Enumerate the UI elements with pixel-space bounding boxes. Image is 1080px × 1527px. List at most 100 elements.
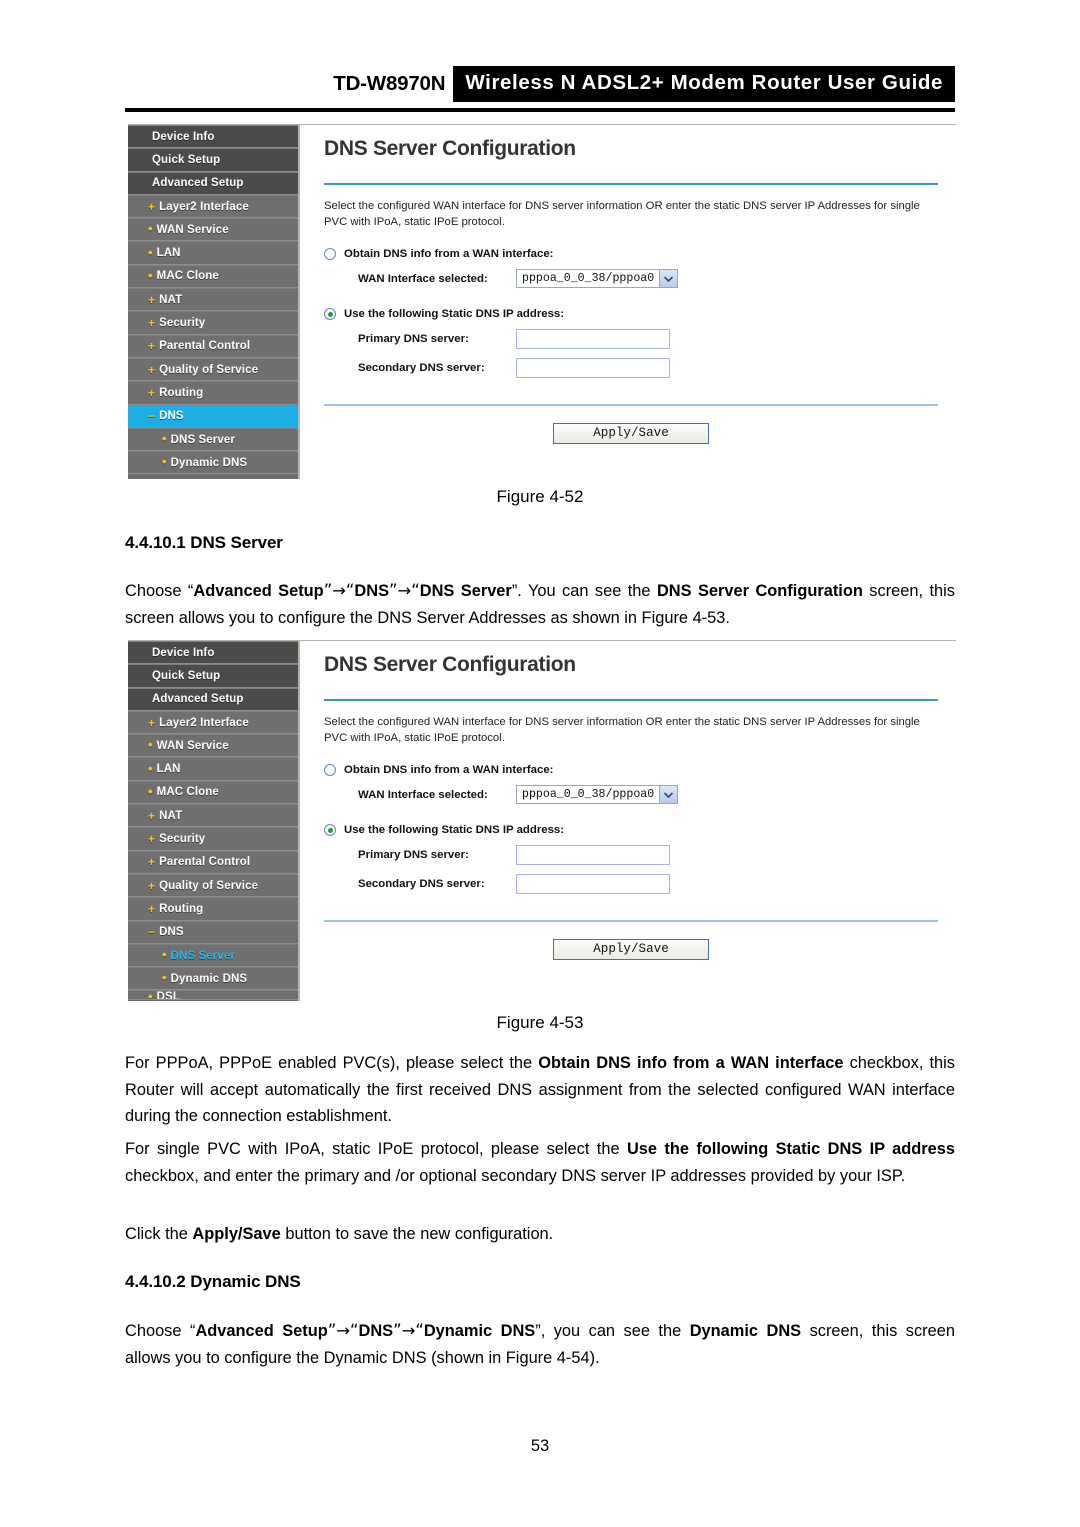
sidebar-item-routing[interactable]: + Routing — [128, 897, 298, 921]
sidebar-item-nat[interactable]: + NAT — [128, 288, 298, 312]
document-page: TD-W8970N Wireless N ADSL2+ Modem Router… — [0, 0, 1080, 1527]
obtain-dns-radio[interactable] — [324, 248, 336, 261]
text-emphasis: DNS Server Configuration — [656, 582, 863, 600]
sidebar-item-label: Dynamic DNS — [170, 972, 248, 985]
sidebar-item-layer2-interface[interactable]: + Layer2 Interface — [128, 710, 298, 735]
router-sidebar-menu[interactable]: Device Info Quick Setup Advanced Setup + Lay… — [128, 641, 300, 1001]
text-emphasis: Obtain DNS info from a WAN interface — [538, 1054, 844, 1072]
sidebar-item-parental-control[interactable]: + Parental Control — [128, 850, 298, 874]
heading-dns-server: 4.4.10.1 DNS Server — [125, 533, 283, 552]
obtain-dns-radio[interactable] — [324, 764, 336, 777]
sidebar-item-advanced-setup[interactable]: Advanced Setup — [128, 687, 298, 711]
sidebar-item-quick-setup[interactable]: Quick Setup — [128, 664, 298, 688]
wan-interface-select[interactable]: pppoa_0_0_38/pppoa0 — [516, 269, 679, 289]
primary-dns-input[interactable] — [516, 845, 670, 866]
page-number: 53 — [530, 1437, 550, 1455]
text-fragment: ”→“ — [323, 581, 355, 600]
sidebar-item-mac-clone[interactable]: • MAC Clone — [128, 780, 298, 805]
apply-save-row: Apply/Save — [324, 939, 938, 961]
sidebar-item-dns[interactable]: − DNS — [128, 920, 298, 944]
obtain-dns-option-row[interactable]: Obtain DNS info from a WAN interface: — [324, 764, 938, 777]
text-fragment: For PPPoA, PPPoE enabled PVC(s), please … — [125, 1054, 539, 1072]
text-fragment: checkbox, and enter the primary and /or … — [125, 1166, 906, 1185]
sidebar-item-dns-server[interactable]: • DNS Server — [128, 427, 298, 452]
sidebar-item-routing[interactable]: + Routing — [128, 381, 298, 405]
panel-footer-rule — [324, 404, 938, 407]
sidebar-item-dns[interactable]: − DNS — [128, 404, 298, 428]
sidebar-item-quality-of-service[interactable]: + Quality of Service — [128, 357, 298, 382]
expand-icon: + — [148, 878, 156, 893]
secondary-dns-input[interactable] — [516, 874, 670, 895]
static-dns-option-row[interactable]: Use the following Static DNS IP address: — [324, 824, 938, 837]
chevron-down-icon[interactable] — [659, 786, 678, 804]
text-emphasis: Advanced Setup — [193, 582, 324, 600]
sidebar-item-label: MAC Clone — [156, 786, 219, 799]
sidebar-item-layer2-interface[interactable]: + Layer2 Interface — [128, 194, 298, 219]
text-fragment: button to save the new configuration. — [280, 1225, 554, 1243]
expand-icon: + — [148, 316, 156, 331]
sidebar-item-dns-server[interactable]: • DNS Server — [128, 943, 298, 968]
sidebar-item-dynamic-dns[interactable]: • Dynamic DNS — [128, 451, 298, 475]
text-emphasis: Use the following Static DNS IP address — [626, 1140, 955, 1158]
text-emphasis: DNS — [358, 1322, 394, 1340]
wan-interface-row: WAN Interface selected: pppoa_0_0_38/ppp… — [324, 785, 938, 805]
wan-interface-select-value: pppoa_0_0_38/pppoa0 — [522, 272, 655, 286]
bullet-icon: • — [162, 970, 167, 986]
wan-interface-select[interactable]: pppoa_0_0_38/pppoa0 — [516, 785, 679, 805]
apply-save-button[interactable]: Apply/Save — [553, 423, 709, 445]
static-dns-radio[interactable] — [324, 824, 336, 837]
sidebar-item-label: DSL — [156, 991, 180, 1001]
sidebar-item-label: DNS — [159, 410, 184, 423]
text-fragment: Choose “ — [125, 1322, 196, 1340]
sidebar-item-lan[interactable]: • LAN — [128, 241, 298, 265]
sidebar-item-quick-setup[interactable]: Quick Setup — [128, 148, 298, 172]
expand-icon: + — [148, 362, 156, 377]
sidebar-item-dsl[interactable]: • DSL — [128, 990, 298, 1001]
obtain-dns-label: Obtain DNS info from a WAN interface: — [344, 764, 554, 777]
sidebar-item-label: NAT — [159, 809, 183, 822]
sidebar-item-wan-service[interactable]: • WAN Service — [128, 218, 298, 242]
router-sidebar-menu[interactable]: Device Info Quick Setup Advanced Setup + Lay… — [128, 125, 300, 479]
panel-description: Select the configured WAN interface for … — [324, 716, 920, 745]
sidebar-item-dynamic-dns[interactable]: • Dynamic DNS — [128, 967, 298, 991]
sidebar-item-label: WAN Service — [156, 739, 229, 752]
primary-dns-input[interactable] — [516, 329, 670, 350]
paragraph-choose-dns-server: Choose “Advanced Setup”→“DNS”→“DNS Serve… — [125, 578, 955, 631]
static-dns-option-row[interactable]: Use the following Static DNS IP address: — [324, 308, 938, 321]
text-emphasis: DNS Server — [419, 582, 512, 600]
sidebar-item-security[interactable]: + Security — [128, 311, 298, 335]
sidebar-item-security[interactable]: + Security — [128, 827, 298, 851]
panel-title-rule — [324, 183, 938, 185]
figure-52-caption: Figure 4-52 — [496, 487, 584, 506]
text-fragment: ”→“ — [389, 581, 420, 600]
sidebar-item-device-info[interactable]: Device Info — [128, 641, 298, 665]
sidebar-item-wan-service[interactable]: • WAN Service — [128, 734, 298, 758]
secondary-dns-input[interactable] — [516, 358, 670, 379]
chevron-down-icon[interactable] — [659, 270, 678, 288]
sidebar-item-device-info[interactable]: Device Info — [128, 125, 298, 149]
static-dns-radio[interactable] — [324, 308, 336, 321]
sidebar-item-advanced-setup[interactable]: Advanced Setup — [128, 171, 298, 195]
apply-save-button[interactable]: Apply/Save — [553, 939, 709, 961]
bullet-icon: • — [148, 990, 153, 1001]
sidebar-item-label: Layer2 Interface — [159, 200, 249, 213]
sidebar-item-label: Parental Control — [159, 856, 251, 869]
paragraph-single-pvc: For single PVC with IPoA, static IPoE pr… — [125, 1136, 955, 1189]
sidebar-item-label: Device Info — [152, 646, 215, 659]
sidebar-item-label: MAC Clone — [156, 270, 219, 283]
sidebar-item-parental-control[interactable]: + Parental Control — [128, 334, 298, 358]
sidebar-item-lan[interactable]: • LAN — [128, 757, 298, 781]
wan-interface-label: WAN Interface selected: — [358, 272, 488, 285]
panel-title: DNS Server Configuration — [324, 137, 576, 160]
obtain-dns-option-row[interactable]: Obtain DNS info from a WAN interface: — [324, 248, 938, 261]
sidebar-item-label: NAT — [159, 293, 183, 306]
sidebar-item-mac-clone[interactable]: • MAC Clone — [128, 264, 298, 289]
sidebar-item-nat[interactable]: + NAT — [128, 804, 298, 828]
sidebar-item-label: Security — [159, 833, 206, 846]
expand-icon: + — [148, 808, 156, 823]
primary-dns-row: Primary DNS server: — [324, 329, 938, 350]
text-emphasis: DNS — [354, 582, 390, 600]
sidebar-item-quality-of-service[interactable]: + Quality of Service — [128, 873, 298, 898]
sidebar-item-label: DNS Server — [170, 433, 235, 446]
expand-icon: + — [148, 855, 156, 870]
